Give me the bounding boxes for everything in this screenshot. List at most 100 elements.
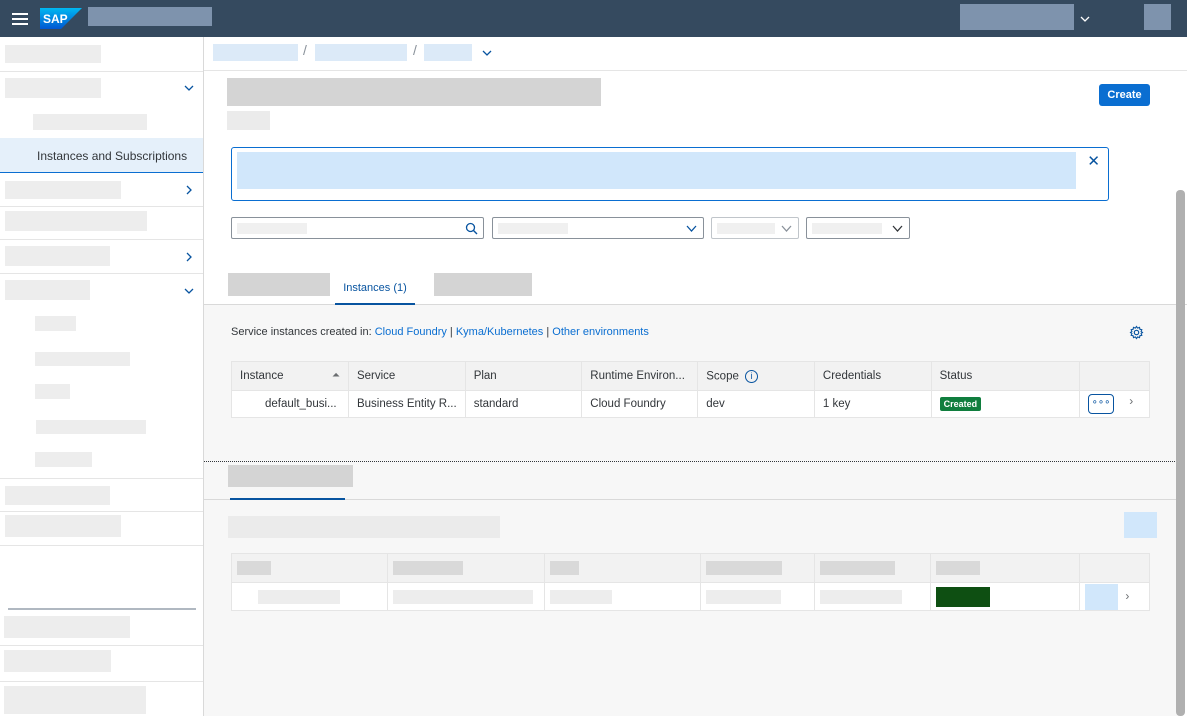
filter-select-value bbox=[812, 223, 882, 234]
sidebar-footer-item-2[interactable] bbox=[4, 650, 111, 672]
sidebar-subitem-3[interactable] bbox=[35, 352, 130, 366]
column-header-label: Instance bbox=[240, 370, 284, 382]
chevron-right-icon[interactable]: › bbox=[1129, 394, 1133, 408]
link-kyma-kubernetes[interactable]: Kyma/Kubernetes bbox=[456, 326, 543, 338]
column-header-runtime[interactable]: Runtime Environ... bbox=[581, 361, 699, 391]
filter-select-2[interactable] bbox=[711, 217, 799, 239]
column-header-credentials[interactable]: Credentials bbox=[813, 361, 932, 391]
sort-ascending-icon[interactable]: ⏶ bbox=[332, 370, 340, 381]
cell-credentials-link[interactable]: 1 key bbox=[813, 390, 932, 418]
table-row[interactable]: › bbox=[231, 582, 1150, 611]
breadcrumb-separator: / bbox=[413, 42, 417, 58]
sidebar-item-2[interactable] bbox=[5, 78, 101, 98]
sidebar-item-1[interactable] bbox=[5, 45, 101, 63]
hamburger-icon[interactable] bbox=[12, 13, 28, 25]
page-title bbox=[227, 78, 601, 106]
divider bbox=[0, 239, 203, 240]
sidebar-footer-item-3[interactable] bbox=[4, 686, 146, 714]
cell-instance[interactable]: default_busi... bbox=[231, 390, 349, 418]
sidebar-item-8[interactable] bbox=[5, 515, 121, 537]
close-icon[interactable]: ✕ bbox=[1087, 152, 1100, 170]
tab-other[interactable] bbox=[434, 273, 532, 296]
column-header[interactable] bbox=[543, 553, 701, 583]
sidebar-footer-item-1[interactable] bbox=[4, 616, 130, 638]
more-actions-button[interactable]: ∘∘∘ bbox=[1088, 394, 1114, 414]
svg-text:SAP: SAP bbox=[43, 12, 68, 26]
row-action-button[interactable] bbox=[1085, 583, 1119, 610]
create-button[interactable]: Create bbox=[1099, 84, 1150, 106]
cell-service: Business Entity R... bbox=[347, 390, 466, 418]
environment-prefix: Service instances created in: bbox=[231, 326, 372, 338]
tab-bar: Instances (1) bbox=[204, 273, 1187, 305]
sidebar-item-6[interactable] bbox=[5, 280, 90, 300]
column-header-instance[interactable]: Instance ⏶ bbox=[231, 361, 349, 391]
breadcrumb-link-2[interactable] bbox=[315, 44, 407, 61]
link-separator: | bbox=[449, 326, 453, 338]
tab-subscriptions[interactable] bbox=[228, 273, 330, 296]
link-other-environments[interactable]: Other environments bbox=[552, 326, 649, 338]
chevron-down-icon[interactable] bbox=[1079, 13, 1091, 25]
link-cloud-foundry[interactable]: Cloud Foundry bbox=[375, 326, 447, 338]
filter-select-value bbox=[498, 223, 568, 234]
column-header-plan[interactable]: Plan bbox=[464, 361, 583, 391]
column-header[interactable] bbox=[699, 553, 816, 583]
sidebar-subitem-5[interactable] bbox=[36, 420, 146, 434]
breadcrumb-link-1[interactable] bbox=[213, 44, 298, 61]
sidebar-subitem-6[interactable] bbox=[35, 452, 92, 467]
filter-select-3[interactable] bbox=[806, 217, 910, 239]
table-header-row bbox=[231, 553, 1150, 583]
column-header[interactable] bbox=[814, 553, 932, 583]
instances-table: Instance ⏶ Service Plan Runtime Environ.… bbox=[231, 361, 1150, 418]
divider bbox=[0, 545, 203, 546]
column-header-service[interactable]: Service bbox=[347, 361, 466, 391]
sidebar-item-4[interactable] bbox=[5, 211, 147, 231]
table-header-row: Instance ⏶ Service Plan Runtime Environ.… bbox=[231, 361, 1150, 391]
sidebar: Instances and Subscriptions bbox=[0, 37, 204, 716]
column-header[interactable] bbox=[231, 553, 388, 583]
message-strip: ✕ bbox=[231, 147, 1109, 201]
chevron-down-icon[interactable] bbox=[183, 285, 195, 297]
chevron-down-icon[interactable] bbox=[183, 82, 195, 94]
tab-instances[interactable]: Instances (1) bbox=[335, 273, 415, 305]
vertical-scrollbar[interactable] bbox=[1176, 190, 1185, 716]
sap-logo[interactable]: SAP bbox=[40, 8, 82, 29]
chevron-down-icon[interactable] bbox=[780, 222, 793, 235]
sidebar-item-3[interactable] bbox=[5, 181, 121, 199]
filter-select-1[interactable] bbox=[492, 217, 704, 239]
sidebar-subitem-2[interactable] bbox=[35, 316, 76, 331]
search-icon[interactable] bbox=[465, 222, 478, 235]
redacted-context-selector[interactable] bbox=[960, 4, 1074, 30]
chevron-right-icon[interactable] bbox=[183, 251, 195, 263]
sidebar-item-instances-and-subscriptions[interactable]: Instances and Subscriptions bbox=[0, 138, 203, 173]
details-panel: › bbox=[204, 461, 1179, 716]
sidebar-item-5[interactable] bbox=[5, 246, 110, 266]
cell-actions: ∘∘∘ › bbox=[1079, 390, 1150, 418]
gear-icon[interactable] bbox=[1129, 325, 1144, 340]
status-badge: Created bbox=[939, 397, 982, 411]
chevron-down-icon[interactable] bbox=[685, 222, 698, 235]
column-header[interactable] bbox=[386, 553, 545, 583]
chevron-down-icon[interactable] bbox=[481, 47, 493, 59]
search-input[interactable] bbox=[231, 217, 484, 239]
column-header-status[interactable]: Status bbox=[930, 361, 1081, 391]
table-row[interactable]: default_busi... Business Entity R... sta… bbox=[231, 390, 1150, 418]
filter-select-value bbox=[717, 223, 775, 234]
details-action-button[interactable] bbox=[1124, 512, 1157, 538]
sidebar-subitem-4[interactable] bbox=[35, 384, 70, 399]
sidebar-subitem-1[interactable] bbox=[33, 114, 147, 130]
shell-bar: SAP bbox=[0, 0, 1187, 37]
info-icon[interactable]: i bbox=[745, 369, 759, 383]
column-header-scope[interactable]: Scope i bbox=[697, 361, 815, 391]
chevron-right-icon[interactable] bbox=[183, 184, 195, 196]
avatar[interactable] bbox=[1144, 4, 1171, 30]
sidebar-item-label: Instances and Subscriptions bbox=[37, 149, 188, 163]
details-tab[interactable] bbox=[228, 465, 353, 487]
chevron-right-icon[interactable]: › bbox=[1125, 589, 1129, 603]
breadcrumb-current[interactable] bbox=[424, 44, 472, 61]
column-header[interactable] bbox=[930, 553, 1081, 583]
divider bbox=[0, 273, 203, 274]
sidebar-item-7[interactable] bbox=[5, 486, 110, 505]
chevron-down-icon[interactable] bbox=[891, 222, 904, 235]
divider bbox=[0, 206, 203, 207]
cell-scope-link[interactable]: dev bbox=[697, 390, 815, 418]
